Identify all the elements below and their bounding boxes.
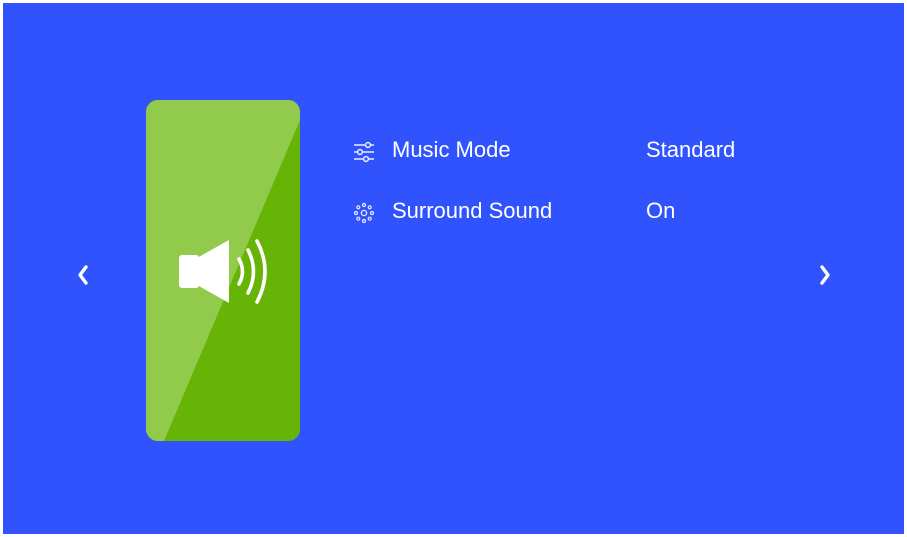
previous-page-button[interactable] [71,259,95,291]
next-page-button[interactable] [813,259,837,291]
chevron-right-icon [820,265,830,285]
music-mode-row[interactable]: Music Mode Standard [349,131,809,169]
music-mode-value: Standard [646,137,736,162]
equalizer-sliders-icon [354,141,374,163]
music-mode-label: Music Mode [392,137,511,162]
surround-sound-label: Surround Sound [392,198,553,223]
sound-settings-screen: Music Mode Standard Surround Sound On [3,3,904,534]
chevron-left-icon [78,265,88,285]
surround-sound-row[interactable]: Surround Sound On [349,192,809,230]
settings-list: Music Mode Standard Surround Sound On [349,131,809,253]
card-background [146,100,300,441]
audio-category-card [146,100,300,441]
surround-sound-value: On [646,198,676,223]
surround-sound-icon [353,202,375,224]
